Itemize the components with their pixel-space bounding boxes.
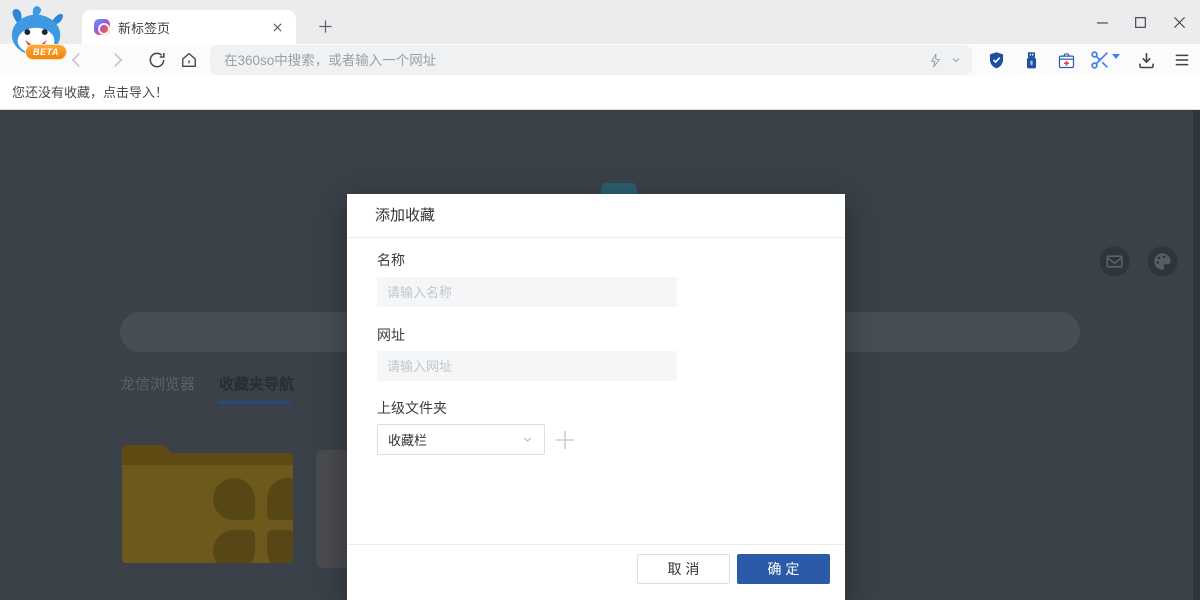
- dialog-footer: 取 消 确 定: [347, 544, 845, 600]
- page-right-edge: [1193, 110, 1200, 600]
- tab-close-icon[interactable]: [268, 18, 286, 36]
- address-input[interactable]: [210, 45, 972, 75]
- menu-icon[interactable]: [1169, 47, 1195, 73]
- home-button[interactable]: [176, 47, 202, 73]
- refresh-button[interactable]: [144, 47, 170, 73]
- navigation-toolbar: [0, 44, 1200, 76]
- cancel-button[interactable]: 取 消: [637, 554, 730, 584]
- usb-drive-icon[interactable]: [1018, 47, 1044, 73]
- name-field[interactable]: [377, 277, 677, 307]
- dialog-title: 添加收藏: [375, 194, 435, 238]
- bookmarks-bar: 您还没有收藏，点击导入！: [0, 76, 1200, 110]
- feedback-mail-icon: [1099, 246, 1130, 277]
- dialog-header: 添加收藏: [347, 194, 845, 238]
- confirm-button[interactable]: 确 定: [737, 554, 830, 584]
- add-folder-button[interactable]: [553, 428, 577, 452]
- first-aid-kit-icon[interactable]: [1053, 47, 1079, 73]
- tab-title: 新标签页: [118, 18, 268, 37]
- window-minimize-button[interactable]: [1091, 11, 1113, 33]
- tab-favicon: [94, 19, 110, 35]
- browser-tab-new-tab[interactable]: 新标签页: [82, 10, 296, 44]
- folder-logo-petal: [213, 478, 255, 520]
- theme-palette-icon: [1147, 246, 1178, 277]
- forward-button[interactable]: [104, 47, 130, 73]
- page-tab-favorites-nav: 收藏夹导航: [219, 373, 294, 394]
- add-bookmark-dialog: 添加收藏 名称 网址 上级文件夹 收藏栏 取 消 确 定: [347, 194, 845, 600]
- name-label: 名称: [377, 250, 405, 270]
- active-tab-underline: [219, 401, 291, 404]
- folder-logo-petal: [267, 530, 293, 563]
- url-label: 网址: [377, 325, 405, 345]
- select-chevron-down-icon: [521, 433, 534, 446]
- selected-folder-value: 收藏栏: [388, 430, 521, 449]
- security-shield-icon[interactable]: [983, 47, 1009, 73]
- quick-actions-icon[interactable]: [927, 52, 944, 69]
- window-maximize-button[interactable]: [1129, 11, 1151, 33]
- new-tab-button[interactable]: [314, 15, 336, 37]
- screenshot-scissors-icon[interactable]: [1087, 47, 1121, 73]
- folder-logo-petal: [267, 478, 293, 520]
- page-logo-partially-hidden: [601, 183, 637, 194]
- download-icon[interactable]: [1133, 47, 1159, 73]
- parent-folder-select[interactable]: 收藏栏: [377, 424, 545, 455]
- import-bookmarks-link[interactable]: 您还没有收藏，点击导入！: [12, 76, 168, 109]
- url-field[interactable]: [377, 351, 677, 381]
- addressbar-chevron-down-icon[interactable]: [950, 54, 962, 66]
- parent-folder-label: 上级文件夹: [377, 398, 447, 418]
- window-close-button[interactable]: [1168, 11, 1190, 33]
- tab-strip: BETA 新标签页: [0, 0, 1200, 44]
- bookmark-folder-icon: [122, 445, 293, 563]
- address-bar[interactable]: [210, 45, 972, 75]
- folder-logo-petal: [213, 530, 255, 563]
- beta-badge: BETA: [25, 44, 67, 60]
- folder-body-shape: [122, 465, 293, 563]
- page-tab-browser-nav: 龙信浏览器: [120, 373, 195, 394]
